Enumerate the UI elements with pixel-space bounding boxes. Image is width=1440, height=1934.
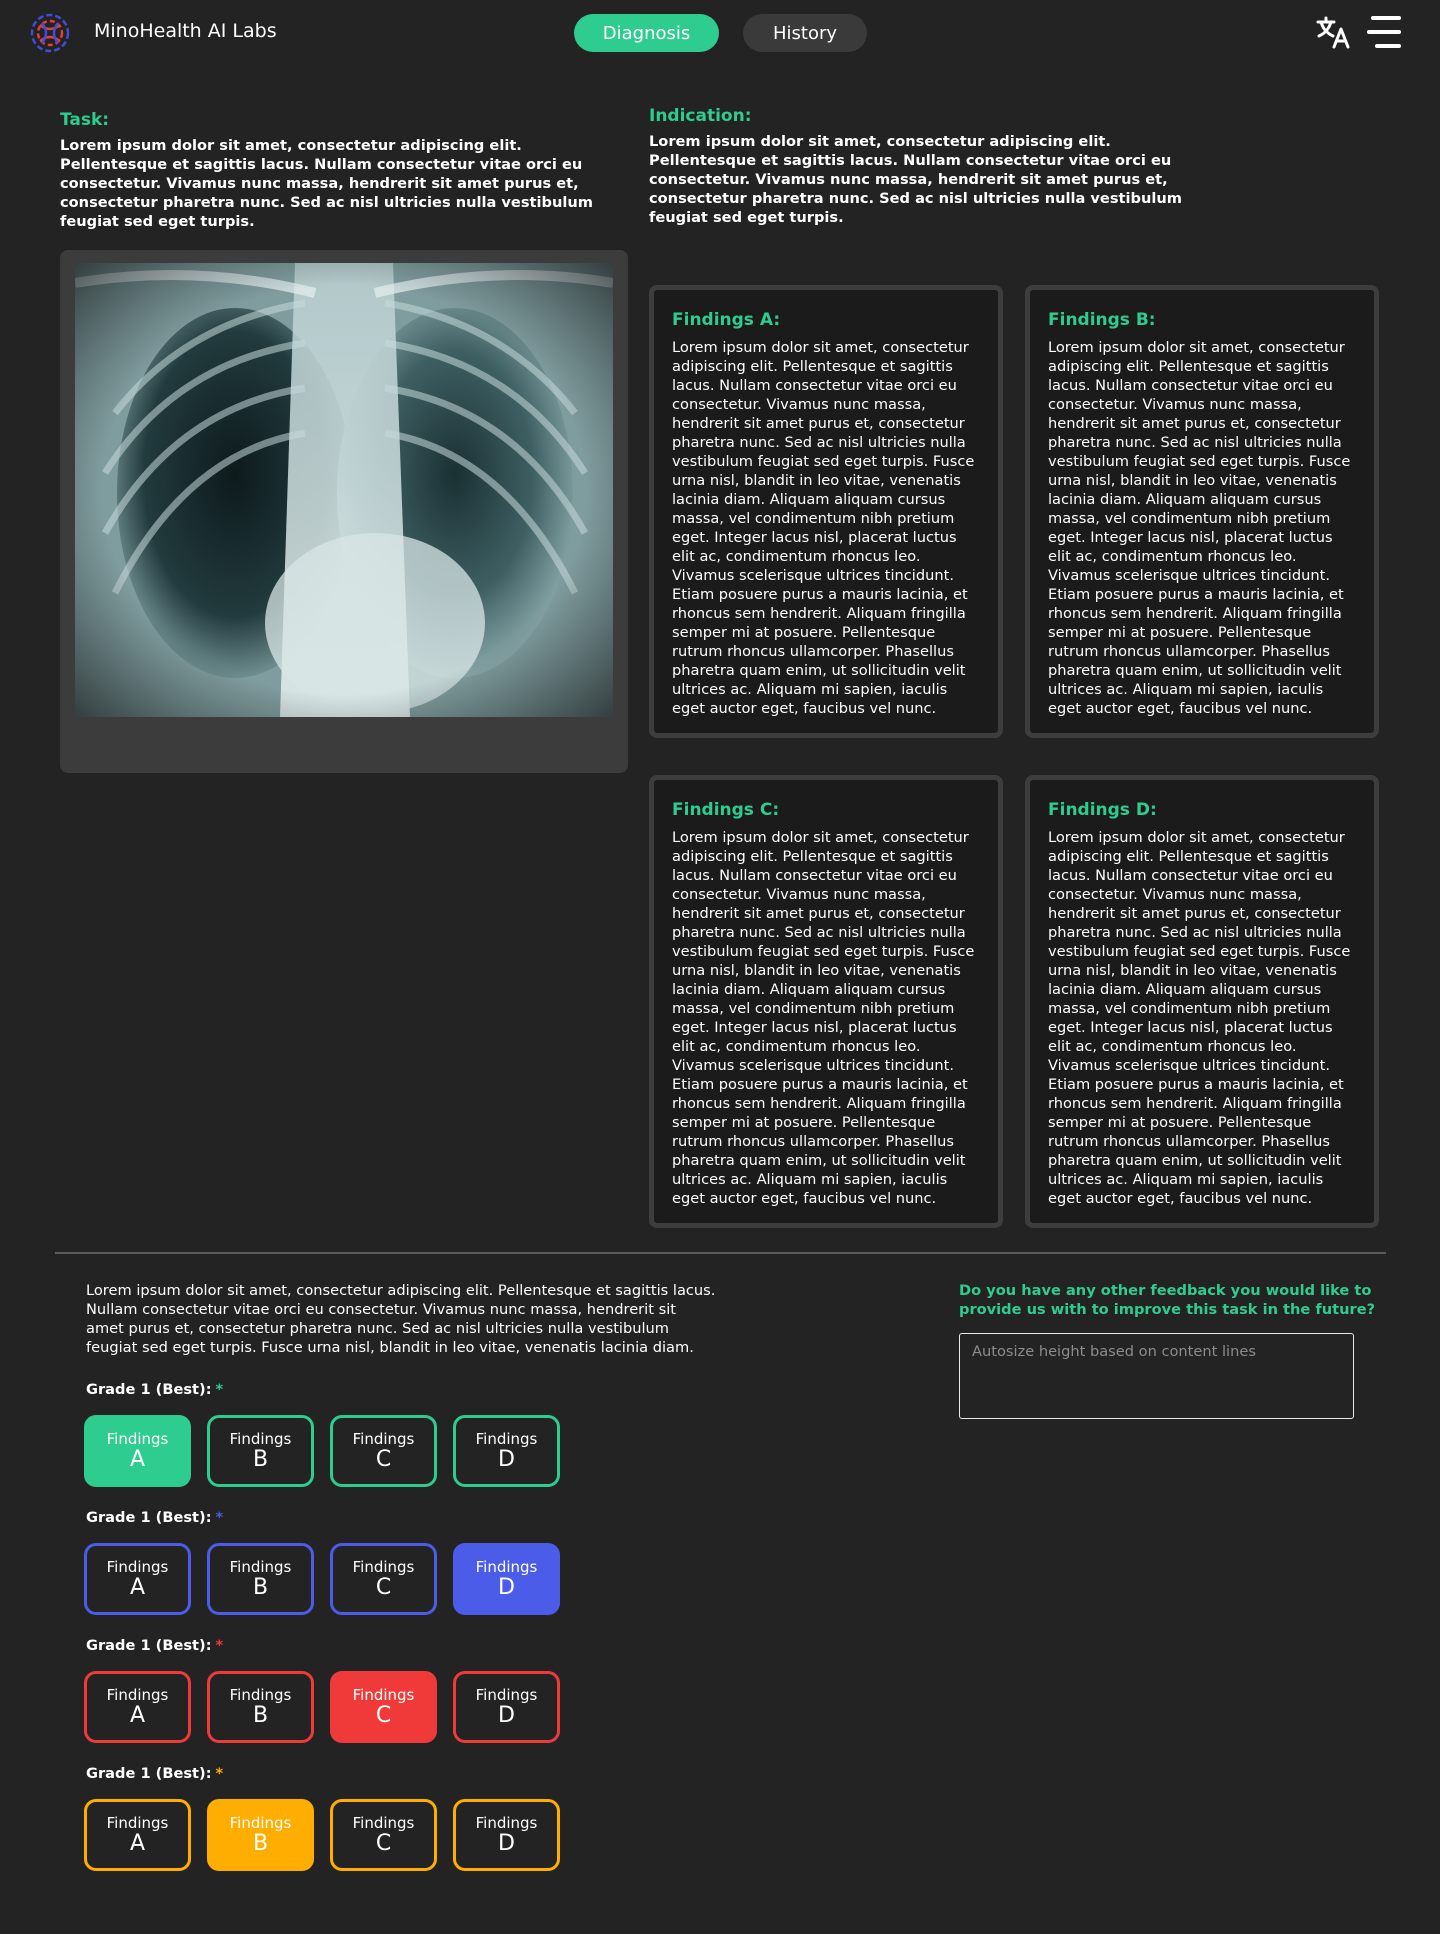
grade-option-findings-a[interactable]: Findings A bbox=[84, 1543, 191, 1615]
option-word: Findings bbox=[106, 1430, 169, 1448]
option-letter: A bbox=[129, 1575, 146, 1600]
grade-option-findings-c[interactable]: Findings C bbox=[330, 1415, 437, 1487]
findings-text: Lorem ipsum dolor sit amet, consectetur … bbox=[1048, 829, 1351, 1207]
grade-row: Findings A Findings B Findings C Findings D bbox=[84, 1799, 564, 1871]
option-letter: B bbox=[252, 1575, 269, 1600]
required-star: * bbox=[215, 1637, 224, 1654]
option-word: Findings bbox=[352, 1558, 415, 1576]
findings-text: Lorem ipsum dolor sit amet, consectetur … bbox=[672, 339, 975, 717]
option-word: Findings bbox=[106, 1814, 169, 1832]
option-word: Findings bbox=[106, 1686, 169, 1704]
findings-title: Findings B: bbox=[1048, 310, 1156, 330]
option-word: Findings bbox=[106, 1558, 169, 1576]
option-letter: D bbox=[498, 1831, 515, 1856]
findings-card-c: Findings C: Lorem ipsum dolor sit amet, … bbox=[649, 775, 1003, 1228]
grade-label: Grade 1 (Best): * bbox=[86, 1637, 223, 1654]
option-word: Findings bbox=[229, 1558, 292, 1576]
feedback-question: Do you have any other feedback you would… bbox=[959, 1282, 1376, 1318]
findings-title: Findings A: bbox=[672, 310, 781, 330]
findings-title: Findings D: bbox=[1048, 800, 1157, 820]
grade-option-findings-a[interactable]: Findings A bbox=[84, 1415, 191, 1487]
option-word: Findings bbox=[475, 1686, 538, 1704]
option-word: Findings bbox=[352, 1686, 415, 1704]
option-letter: D bbox=[498, 1703, 515, 1728]
dna-logo-icon[interactable] bbox=[30, 13, 70, 53]
grading-intro-text: Lorem ipsum dolor sit amet, consectetur … bbox=[86, 1282, 716, 1356]
findings-card-b: Findings B: Lorem ipsum dolor sit amet, … bbox=[1025, 285, 1379, 738]
grade-option-findings-b[interactable]: Findings B bbox=[207, 1543, 314, 1615]
option-word: Findings bbox=[352, 1814, 415, 1832]
grade-label: Grade 1 (Best): * bbox=[86, 1765, 223, 1782]
findings-title: Findings C: bbox=[672, 800, 780, 820]
grade-option-findings-a[interactable]: Findings A bbox=[84, 1799, 191, 1871]
findings-card-d: Findings D: Lorem ipsum dolor sit amet, … bbox=[1025, 775, 1379, 1228]
grade-option-findings-d[interactable]: Findings D bbox=[453, 1799, 560, 1871]
grade-label-text: Grade 1 (Best): bbox=[86, 1765, 212, 1782]
option-word: Findings bbox=[229, 1686, 292, 1704]
task-text: Lorem ipsum dolor sit amet, consectetur … bbox=[60, 137, 593, 230]
grade-option-findings-d[interactable]: Findings D bbox=[453, 1543, 560, 1615]
option-letter: D bbox=[498, 1447, 515, 1472]
section-divider bbox=[55, 1252, 1386, 1254]
hamburger-menu-icon[interactable] bbox=[1365, 14, 1403, 50]
required-star: * bbox=[215, 1381, 224, 1398]
grade-option-findings-b[interactable]: Findings B bbox=[207, 1671, 314, 1743]
option-letter: C bbox=[375, 1575, 392, 1600]
indication-label: Indication: bbox=[649, 106, 752, 126]
grade-option-findings-d[interactable]: Findings D bbox=[453, 1415, 560, 1487]
translate-icon[interactable] bbox=[1315, 14, 1351, 50]
option-word: Findings bbox=[229, 1430, 292, 1448]
option-letter: D bbox=[498, 1575, 515, 1600]
grade-label: Grade 1 (Best): * bbox=[86, 1381, 223, 1398]
grade-label: Grade 1 (Best): * bbox=[86, 1509, 223, 1526]
option-letter: B bbox=[252, 1447, 269, 1472]
findings-text: Lorem ipsum dolor sit amet, consectetur … bbox=[672, 829, 975, 1207]
nav-history-button[interactable]: History bbox=[743, 14, 867, 52]
xray-image-panel bbox=[60, 250, 628, 773]
option-letter: A bbox=[129, 1703, 146, 1728]
brand-name: MinoHealth AI Labs bbox=[94, 20, 277, 42]
option-letter: B bbox=[252, 1831, 269, 1856]
grade-option-findings-d[interactable]: Findings D bbox=[453, 1671, 560, 1743]
option-letter: B bbox=[252, 1703, 269, 1728]
grade-row: Findings A Findings B Findings C Findings D bbox=[84, 1543, 564, 1615]
indication-text: Lorem ipsum dolor sit amet, consectetur … bbox=[649, 133, 1182, 226]
option-letter: C bbox=[375, 1831, 392, 1856]
option-letter: A bbox=[129, 1831, 146, 1856]
grade-option-findings-c[interactable]: Findings C bbox=[330, 1671, 437, 1743]
grade-row: Findings A Findings B Findings C Findings D bbox=[84, 1415, 564, 1487]
chest-xray-image[interactable] bbox=[75, 263, 613, 717]
app-header: MinoHealth AI Labs Diagnosis History bbox=[0, 0, 1440, 66]
option-letter: C bbox=[375, 1447, 392, 1472]
grade-label-text: Grade 1 (Best): bbox=[86, 1381, 212, 1398]
feedback-textarea[interactable] bbox=[959, 1333, 1354, 1419]
grade-row: Findings A Findings B Findings C Findings D bbox=[84, 1671, 564, 1743]
task-label: Task: bbox=[60, 110, 110, 130]
grade-option-findings-a[interactable]: Findings A bbox=[84, 1671, 191, 1743]
option-word: Findings bbox=[229, 1814, 292, 1832]
grade-option-findings-b[interactable]: Findings B bbox=[207, 1415, 314, 1487]
findings-card-a: Findings A: Lorem ipsum dolor sit amet, … bbox=[649, 285, 1003, 738]
findings-text: Lorem ipsum dolor sit amet, consectetur … bbox=[1048, 339, 1351, 717]
required-star: * bbox=[215, 1765, 224, 1782]
option-word: Findings bbox=[352, 1430, 415, 1448]
grade-option-findings-c[interactable]: Findings C bbox=[330, 1799, 437, 1871]
grade-option-findings-c[interactable]: Findings C bbox=[330, 1543, 437, 1615]
grade-option-findings-b[interactable]: Findings B bbox=[207, 1799, 314, 1871]
option-word: Findings bbox=[475, 1558, 538, 1576]
option-letter: C bbox=[375, 1703, 392, 1728]
option-letter: A bbox=[129, 1447, 146, 1472]
indication-section: Indication: Lorem ipsum dolor sit amet, … bbox=[649, 106, 1199, 227]
required-star: * bbox=[215, 1509, 224, 1526]
grade-label-text: Grade 1 (Best): bbox=[86, 1509, 212, 1526]
task-section: Task: Lorem ipsum dolor sit amet, consec… bbox=[60, 110, 610, 231]
option-word: Findings bbox=[475, 1814, 538, 1832]
grade-label-text: Grade 1 (Best): bbox=[86, 1637, 212, 1654]
option-word: Findings bbox=[475, 1430, 538, 1448]
nav-diagnosis-button[interactable]: Diagnosis bbox=[574, 14, 719, 52]
